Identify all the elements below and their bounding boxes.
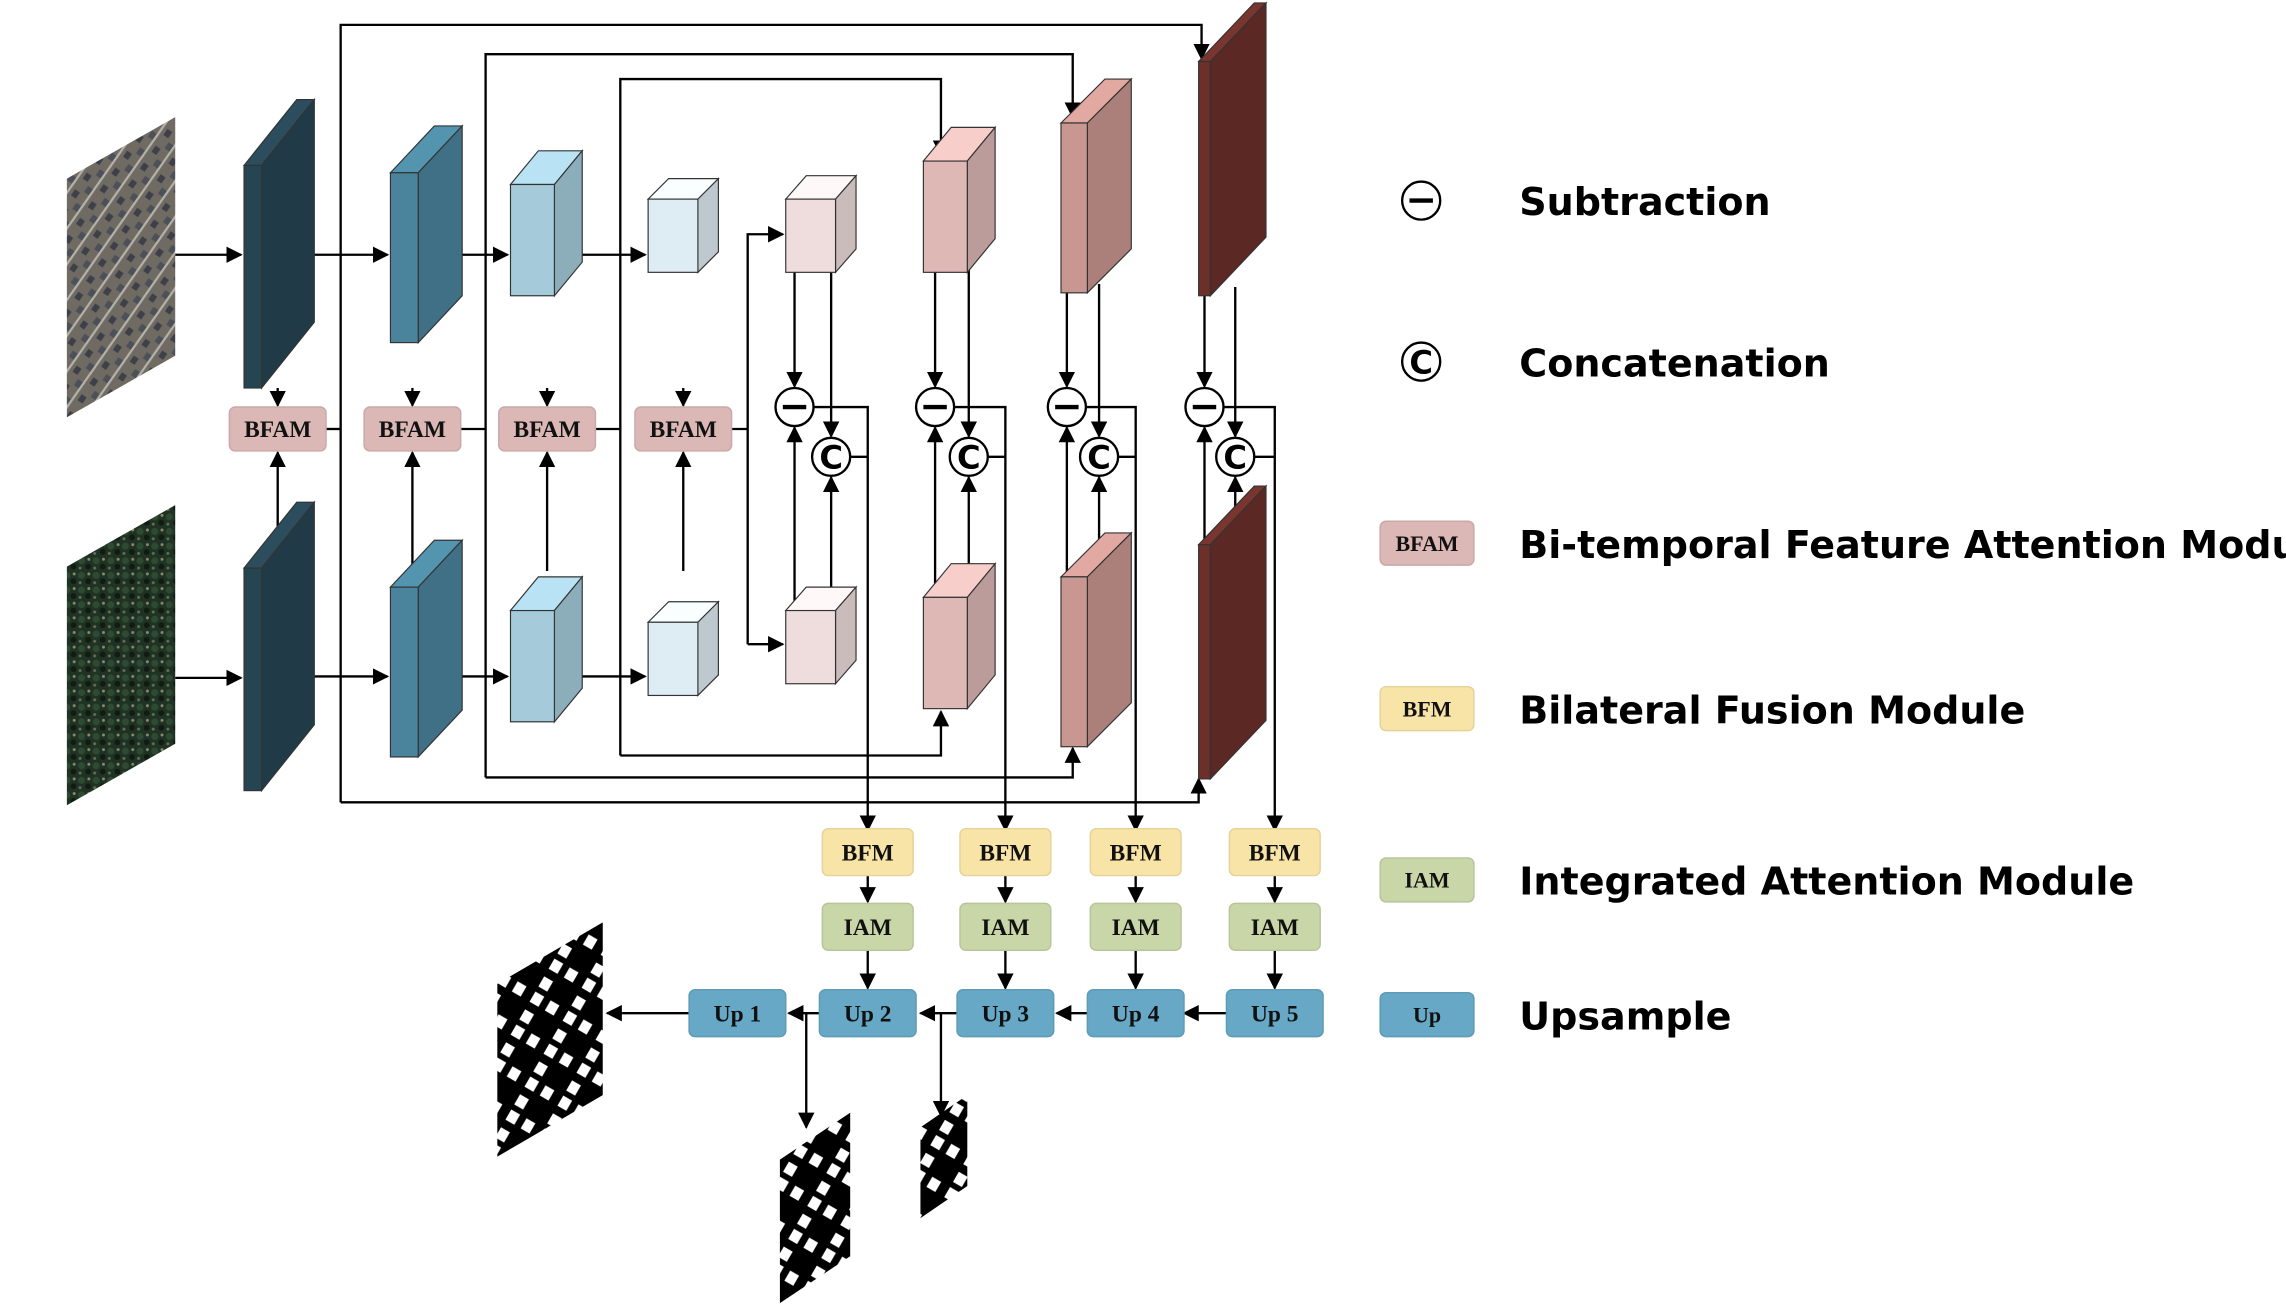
block-front-face: [922, 596, 968, 710]
legend-up-label: Upsample: [1519, 994, 1731, 1038]
block-front-face: [1060, 122, 1088, 294]
concatenation-operator-icon: C: [1078, 436, 1120, 478]
legend-subtraction-label: Subtraction: [1519, 180, 1770, 224]
connection-line: [746, 226, 785, 645]
encoder-t1-stage-2: [389, 124, 464, 345]
block-front-face: [1198, 60, 1211, 297]
block-front-face: [647, 198, 699, 273]
block-front-face: [647, 621, 699, 697]
output-aux-map-1: [779, 1112, 851, 1304]
subtraction-operator-icon: [774, 386, 815, 428]
diff-t2-stage-1: [784, 585, 858, 686]
encoder-t2-stage-1: [242, 500, 316, 793]
legend-iam-badge-label: IAM: [1404, 868, 1449, 893]
encoder-t1-stage-4: [646, 177, 720, 274]
encoder-t2-stage-2: [389, 538, 464, 759]
subtraction-operator-icon: [1184, 386, 1225, 428]
block-front-face: [1198, 544, 1211, 780]
concatenation-operator-icon: C: [1215, 436, 1256, 478]
block-front-face: [1060, 576, 1088, 748]
bfam-module-3-label: BFAM: [514, 417, 581, 443]
iam-module-1-label: IAM: [844, 915, 892, 941]
block-front-face: [785, 609, 837, 685]
bfm-module-2-label: BFM: [979, 840, 1031, 866]
iam-module-3-label: IAM: [1112, 915, 1160, 941]
legend-bfm-label: Bilateral Fusion Module: [1519, 688, 2025, 732]
legend-bfam-badge-label: BFAM: [1396, 531, 1459, 556]
svg-text:C: C: [1409, 343, 1433, 381]
legend-bfm-badge-label: BFM: [1403, 696, 1452, 721]
concatenation-operator-icon: C: [810, 436, 852, 478]
upsample-module-2-label: Up 2: [844, 1001, 891, 1027]
bfm-module-1-label: BFM: [842, 840, 894, 866]
encoder-t1-stage-3: [509, 149, 584, 298]
diff-t1-stage-4: [1197, 1, 1268, 298]
connection-line: [485, 746, 1081, 779]
diff-t1-stage-1: [784, 174, 858, 274]
legend-up-badge-label: Up: [1413, 1002, 1441, 1027]
bfam-module-1-label: BFAM: [244, 417, 311, 443]
bfm-module-3-label: BFM: [1110, 840, 1162, 866]
block-front-face: [389, 586, 419, 758]
diff-t2-stage-4: [1197, 484, 1268, 781]
bfm-module-4-label: BFM: [1249, 840, 1301, 866]
iam-module-2-label: IAM: [981, 915, 1029, 941]
block-front-face: [509, 609, 556, 723]
output-aux-map-2: [920, 1095, 968, 1219]
legend-iam-label: Integrated Attention Module: [1519, 860, 2134, 904]
encoder-t2-stage-3: [509, 575, 584, 724]
upsample-module-4-label: Up 4: [1112, 1001, 1160, 1027]
svg-text:C: C: [819, 439, 843, 477]
diff-t2-stage-3: [1059, 531, 1133, 749]
block-front-face: [509, 183, 556, 297]
network-architecture-diagram: C C C C C BFAM BFAM BFAM BFAM BFM IAM BFM IAM BFM IAM…: [66, 1, 2286, 1304]
encoder-t2-stage-4: [646, 600, 720, 697]
iam-module-4-label: IAM: [1251, 915, 1299, 941]
block-front-face: [389, 172, 419, 344]
block-front-face: [243, 567, 263, 792]
output-change-map: [497, 922, 603, 1157]
block-front-face: [922, 160, 968, 273]
connection-line: [620, 709, 950, 757]
legend-bfam-label: Bi-temporal Feature Attention Module: [1519, 523, 2286, 567]
bfam-module-2-label: BFAM: [379, 417, 446, 443]
subtraction-operator-icon: [914, 386, 956, 428]
diff-t2-stage-2: [922, 562, 997, 711]
bfam-module-4-label: BFAM: [650, 417, 717, 443]
blocks: C C C C C: [66, 1, 1475, 1304]
svg-text:C: C: [1223, 439, 1247, 477]
subtraction-operator-icon: [1400, 180, 1442, 221]
diff-t1-stage-2: [922, 125, 997, 274]
upsample-module-3-label: Up 3: [982, 1001, 1029, 1027]
concatenation-operator-icon: C: [948, 436, 989, 478]
input-image-t1: [66, 117, 176, 418]
encoder-t1-stage-1: [242, 97, 316, 390]
upsample-module-5-label: Up 5: [1251, 1001, 1298, 1027]
subtraction-operator-icon: [1046, 386, 1088, 428]
input-image-t2: [66, 505, 176, 806]
concatenation-operator-icon: C: [1400, 341, 1442, 382]
connection-line: [340, 777, 1207, 804]
svg-text:C: C: [957, 439, 981, 477]
block-front-face: [243, 164, 263, 389]
block-front-face: [785, 198, 837, 273]
legend-concatenation-label: Concatenation: [1519, 341, 1830, 385]
upsample-module-1-label: Up 1: [714, 1001, 761, 1027]
svg-text:C: C: [1087, 439, 1111, 477]
